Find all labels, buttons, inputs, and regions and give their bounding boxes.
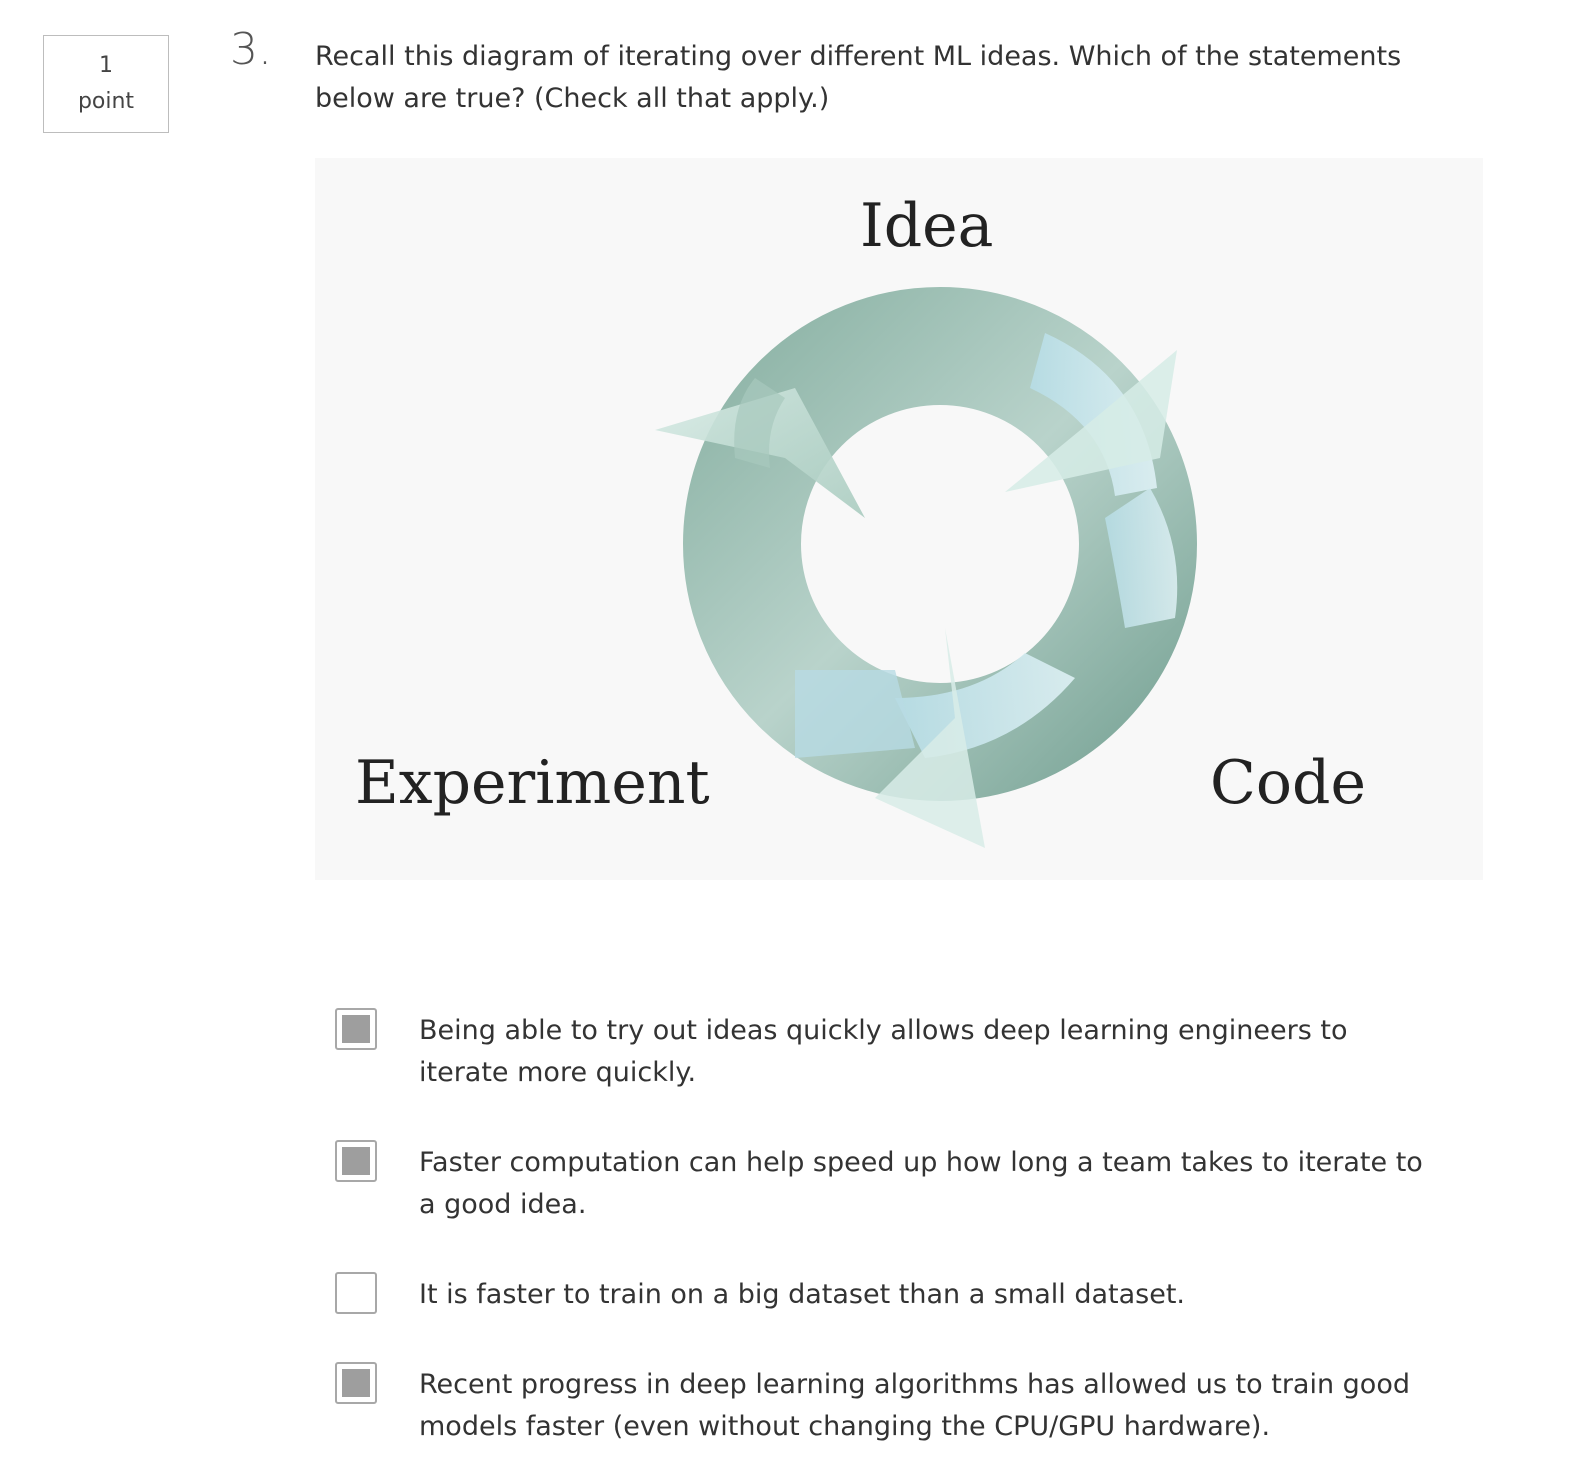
checkbox-checked-mark [342,1147,370,1175]
diagram-label-experiment: Experiment [355,748,710,818]
option-1-text: Being able to try out ideas quickly allo… [419,1015,1348,1088]
points-box: 1 point [43,35,169,133]
option-4-text: Recent progress in deep learning algorit… [419,1369,1410,1442]
points-unit: point [77,89,135,114]
option-1-checkbox[interactable] [335,1008,377,1050]
checkbox-checked-mark [342,1369,370,1397]
option-4-checkbox[interactable] [335,1362,377,1404]
question-number: 3. [230,24,272,75]
question-text: Recall this diagram of iterating over di… [315,41,1402,114]
checkbox-checked-mark [342,1015,370,1043]
iteration-diagram: Idea Experiment Code [315,158,1483,880]
option-2-text: Faster computation can help speed up how… [419,1147,1423,1220]
option-3-checkbox[interactable] [335,1272,377,1314]
option-2-checkbox[interactable] [335,1140,377,1182]
diagram-label-code: Code [1210,748,1366,818]
option-3-text: It is faster to train on a big dataset t… [419,1279,1185,1310]
diagram-label-idea: Idea [860,191,994,261]
points-value: 1 [99,53,113,78]
